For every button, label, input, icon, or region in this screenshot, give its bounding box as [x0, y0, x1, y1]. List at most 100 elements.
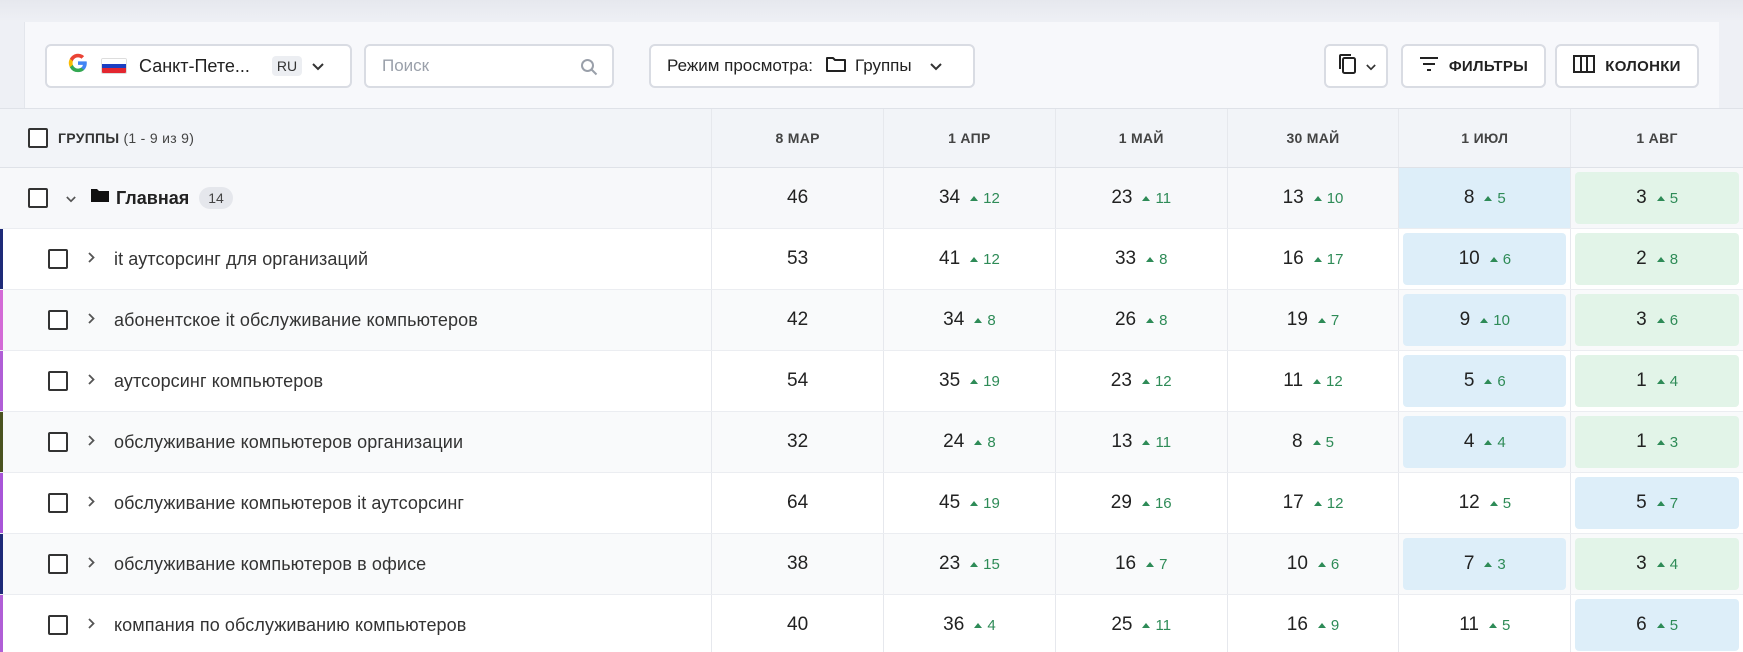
value-pair: 34 [1636, 553, 1678, 575]
table-row[interactable]: обслуживание компьютеров в офисе 38 23 15 16… [0, 534, 1743, 595]
row-checkbox[interactable] [48, 554, 68, 574]
position-delta-up: 8 [1146, 251, 1167, 268]
keyword-text[interactable]: компания по обслуживанию компьютеров [114, 615, 466, 636]
value-cell: 34 [1571, 534, 1743, 594]
filters-button[interactable]: ФИЛЬТРЫ [1401, 44, 1546, 88]
chevron-right-icon[interactable] [88, 372, 98, 390]
row-checkbox[interactable] [48, 493, 68, 513]
position-delta-up: 5 [1490, 495, 1511, 512]
value-pair: 14 [1636, 370, 1678, 392]
table-row[interactable]: it аутсорсинг для организаций 53 41 12 33 8 16… [0, 229, 1743, 290]
position-value: 16 [1286, 614, 1308, 635]
header-groups-cell: ГРУППЫ (1 - 9 из 9) [0, 109, 713, 167]
row-color-stripe [0, 412, 3, 472]
keyword-cell: аутсорсинг компьютеров [0, 351, 713, 411]
table-row[interactable]: абонентское it обслуживание компьютеров 4… [0, 290, 1743, 351]
row-checkbox[interactable] [48, 432, 68, 452]
position-value: 13 [1282, 187, 1304, 208]
value-pair: 10 6 [1459, 248, 1511, 270]
header-date[interactable]: 8 МАР [712, 109, 884, 167]
search-box[interactable] [364, 44, 614, 88]
group-row[interactable]: Главная 14 46 34 12 23 11 13 10 8 5 3 5 [0, 168, 1743, 229]
row-checkbox[interactable] [48, 310, 68, 330]
value-pair: 44 [1464, 431, 1506, 453]
value-pair: 9 10 [1460, 309, 1510, 331]
columns-button[interactable]: КОЛОНКИ [1555, 44, 1699, 88]
row-color-stripe [0, 229, 3, 289]
value-pair: 36 4 [943, 614, 995, 636]
keyword-text[interactable]: аутсорсинг компьютеров [114, 371, 323, 392]
value-cell: 41 12 [884, 229, 1056, 289]
value-cell: 35 [1571, 168, 1743, 228]
header-groups-count: (1 - 9 из 9) [123, 130, 195, 146]
value-cell: 36 4 [884, 595, 1056, 652]
position-value: 17 [1282, 492, 1304, 513]
header-date[interactable]: 1 АВГ [1571, 109, 1743, 167]
header-date[interactable]: 1 ИЮЛ [1399, 109, 1572, 167]
value-cell: 42 [712, 290, 885, 350]
table-header: ГРУППЫ (1 - 9 из 9) 8 МАР 1 АПР 1 МАЙ 30… [0, 108, 1743, 168]
position-value: 10 [1286, 553, 1308, 574]
location-selector[interactable]: Санкт-Пете... RU [45, 44, 352, 88]
position-delta-up: 12 [1314, 495, 1344, 512]
keyword-text[interactable]: it аутсорсинг для организаций [114, 249, 368, 270]
value-cell: 33 8 [1056, 229, 1228, 289]
position-delta-up: 4 [1657, 373, 1678, 390]
folder-icon [825, 55, 847, 78]
row-checkbox[interactable] [48, 615, 68, 635]
row-checkbox[interactable] [48, 249, 68, 269]
position-value: 9 [1459, 309, 1471, 330]
search-input[interactable] [382, 56, 582, 76]
view-mode-value: Группы [854, 56, 912, 75]
chevron-right-icon[interactable] [88, 616, 98, 634]
chevron-down-icon[interactable] [66, 191, 76, 206]
search-icon[interactable] [580, 58, 598, 81]
table-row[interactable]: аутсорсинг компьютеров 54 35 19 23 12 11 12 5 6 1 4 [0, 351, 1743, 412]
row-checkbox[interactable] [48, 371, 68, 391]
select-all-checkbox[interactable] [28, 128, 48, 148]
table-row[interactable]: обслуживание компьютеров it аутсорсинг 64… [0, 473, 1743, 534]
position-delta-up: 4 [974, 617, 995, 634]
keyword-cell: абонентское it обслуживание компьютеров [0, 290, 713, 350]
position-value: 3 [1636, 553, 1647, 574]
view-mode-selector[interactable]: Режим просмотра: Группы [649, 44, 975, 88]
keyword-text[interactable]: обслуживание компьютеров it аутсорсинг [114, 493, 464, 514]
table-row[interactable]: обслуживание компьютеров организации 32 24… [0, 412, 1743, 473]
value-pair: 33 8 [1115, 248, 1167, 270]
value-pair: 46 [787, 187, 808, 209]
chevron-right-icon[interactable] [88, 250, 98, 268]
position-value: 10 [1458, 248, 1480, 269]
value-cell: 53 [712, 229, 885, 289]
keyword-text[interactable]: абонентское it обслуживание компьютеров [114, 310, 478, 331]
header-date[interactable]: 30 МАЙ [1228, 109, 1400, 167]
keyword-text[interactable]: обслуживание компьютеров в офисе [114, 554, 426, 575]
value-pair: 13 10 [1283, 187, 1344, 209]
position-value: 25 [1111, 614, 1133, 635]
value-pair: 11 5 [1459, 614, 1510, 636]
keyword-text[interactable]: обслуживание компьютеров организации [114, 432, 463, 453]
value-cell: 73 [1399, 534, 1572, 594]
chevron-right-icon[interactable] [88, 311, 98, 329]
header-date[interactable]: 1 АПР [884, 109, 1056, 167]
position-value: 64 [787, 492, 809, 513]
position-value: 45 [939, 492, 961, 513]
copy-button[interactable] [1324, 44, 1388, 88]
value-cell: 14 [1571, 351, 1743, 411]
chevron-right-icon[interactable] [88, 494, 98, 512]
table-row[interactable]: компания по обслуживанию компьютеров 40 36… [0, 595, 1743, 652]
position-value: 34 [943, 309, 965, 330]
group-count-badge: 14 [199, 187, 233, 209]
group-checkbox[interactable] [28, 188, 48, 208]
position-value: 3 [1636, 187, 1647, 208]
chevron-right-icon[interactable] [88, 433, 98, 451]
value-pair: 17 12 [1283, 492, 1344, 514]
position-value: 5 [1636, 492, 1647, 513]
value-pair: 34 12 [939, 187, 1000, 209]
value-pair: 16 7 [1115, 553, 1167, 575]
position-delta-up: 9 [1318, 617, 1339, 634]
header-date[interactable]: 1 МАЙ [1056, 109, 1228, 167]
position-delta-up: 7 [1146, 556, 1167, 573]
chevron-right-icon[interactable] [88, 555, 98, 573]
value-pair: 53 [787, 248, 808, 270]
groups-table: ГРУППЫ (1 - 9 из 9) 8 МАР 1 АПР 1 МАЙ 30… [0, 108, 1743, 652]
